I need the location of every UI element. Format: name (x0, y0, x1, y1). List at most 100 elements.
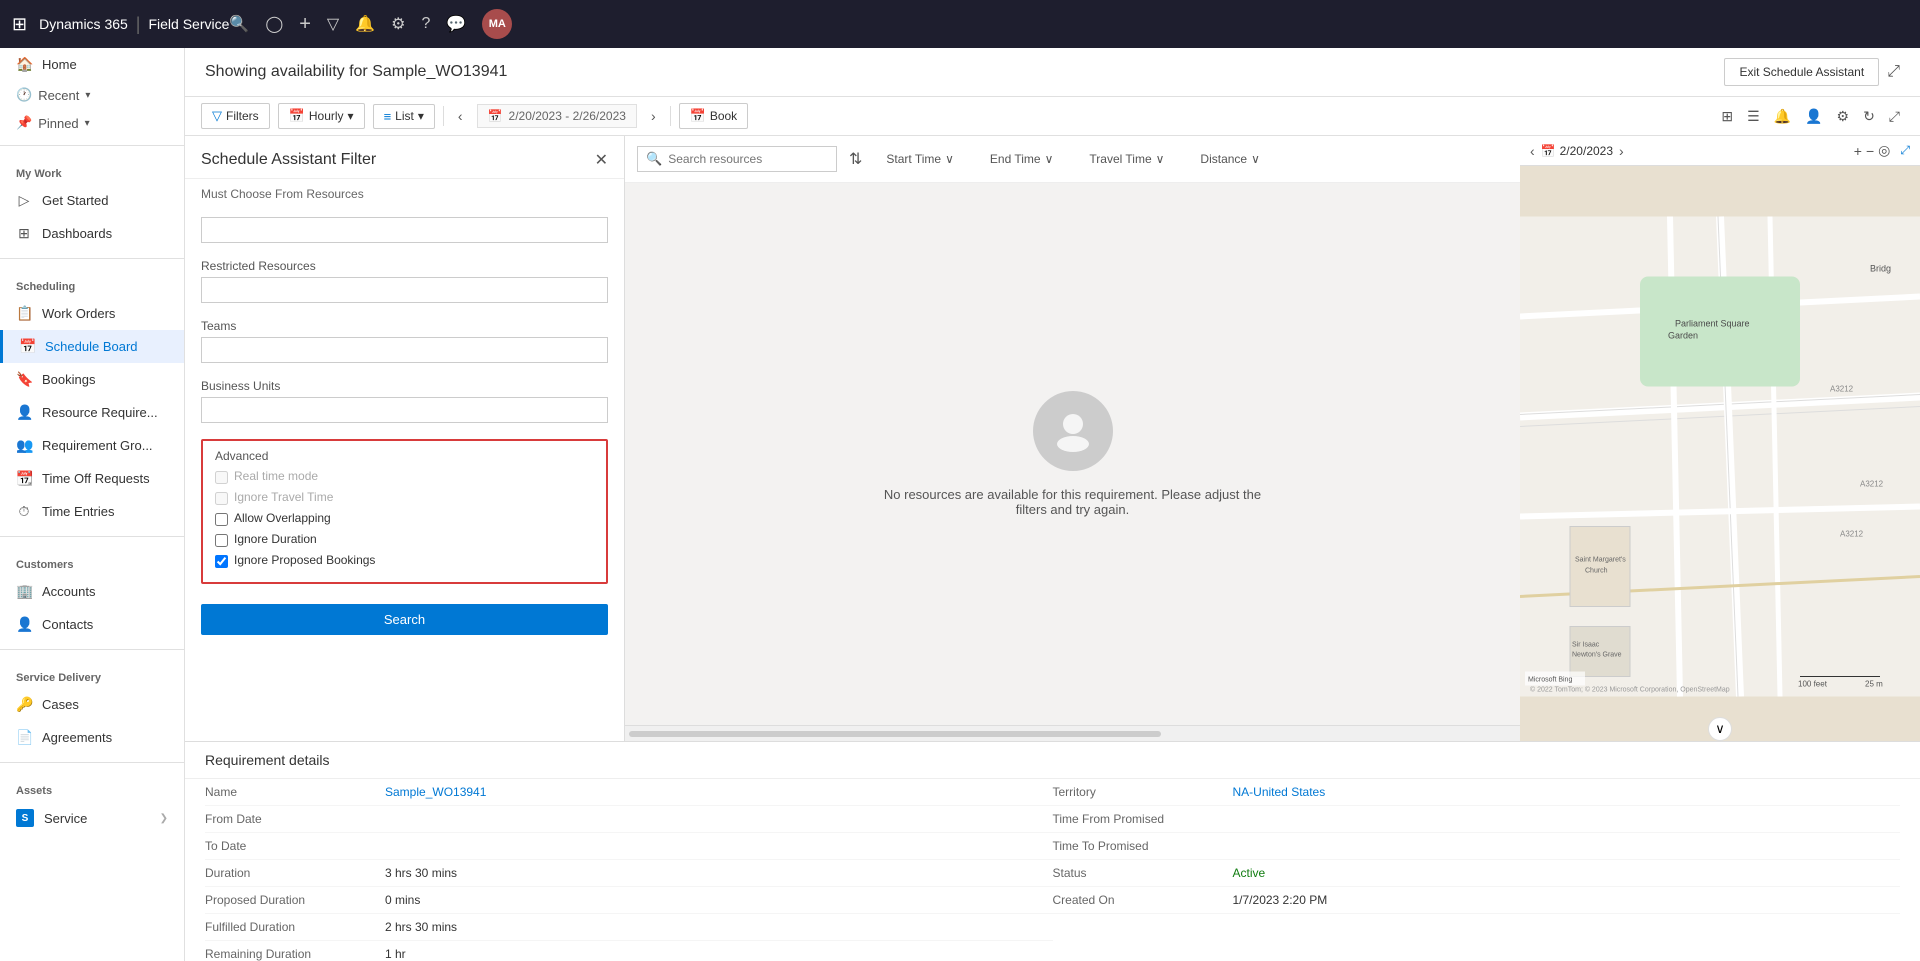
zoom-reset-button[interactable]: ◎ (1878, 142, 1890, 159)
horizontal-scrollbar[interactable] (625, 725, 1520, 741)
req-remaining-duration-value: 1 hr (385, 947, 406, 961)
map-prev-button[interactable]: ‹ (1530, 143, 1535, 159)
sidebar-item-accounts[interactable]: 🏢 Accounts (0, 575, 184, 608)
sidebar-item-cases[interactable]: 🔑 Cases (0, 688, 184, 721)
sidebar-item-service[interactable]: S Service ❯ (0, 801, 184, 835)
map-date-display: 📅 2/20/2023 (1541, 144, 1613, 158)
travel-time-column-header[interactable]: Travel Time ∨ (1077, 144, 1176, 174)
filter-panel: Schedule Assistant Filter ✕ Must Choose … (185, 136, 625, 741)
sidebar-item-time-off-requests[interactable]: 📆 Time Off Requests (0, 462, 184, 495)
requirement-left-column: Name Sample_WO13941 From Date To Date Du… (205, 779, 1053, 961)
cortana-icon[interactable]: ◯ (265, 14, 283, 34)
search-resources-box: 🔍 (637, 146, 837, 172)
sidebar-item-schedule-board[interactable]: 📅 Schedule Board (0, 330, 184, 363)
teams-label: Teams (201, 319, 608, 333)
calendar-hourly-icon: 📅 (289, 108, 305, 124)
filter-close-button[interactable]: ✕ (595, 150, 608, 170)
allow-overlapping-checkbox[interactable] (215, 513, 228, 526)
bookings-icon: 🔖 (16, 371, 32, 388)
sidebar-item-time-entries[interactable]: ⏱ Time Entries (0, 495, 184, 528)
ignore-travel-row: Ignore Travel Time (215, 490, 594, 505)
allow-overlapping-row: Allow Overlapping (215, 511, 594, 526)
svg-text:Church: Church (1585, 568, 1608, 575)
date-range-text: 2/20/2023 - 2/26/2023 (509, 109, 626, 123)
settings-toolbar-icon[interactable]: ⚙ (1833, 104, 1854, 129)
requirement-right-column: Territory NA-United States Time From Pro… (1053, 779, 1901, 961)
list-button[interactable]: ≡ List (373, 104, 435, 129)
start-time-column-header[interactable]: Start Time ∨ (874, 144, 965, 174)
teams-input[interactable] (201, 337, 608, 363)
req-territory-row: Territory NA-United States (1053, 779, 1901, 806)
svg-text:100 feet: 100 feet (1798, 680, 1828, 689)
sidebar-item-recent[interactable]: 🕐 Recent ▾ (0, 81, 184, 109)
search-button[interactable]: Search (201, 604, 608, 635)
business-units-input[interactable] (201, 397, 608, 423)
end-time-column-header[interactable]: End Time ∨ (978, 144, 1066, 174)
alert-icon[interactable]: 🔔 (1770, 104, 1795, 129)
expand-icon[interactable]: ⤢ (1887, 63, 1900, 81)
sidebar-divider-2 (0, 258, 184, 259)
agreements-icon: 📄 (16, 729, 32, 746)
sidebar-item-get-started[interactable]: ▷ Get Started (0, 184, 184, 217)
date-range-display: 📅 2/20/2023 - 2/26/2023 (477, 104, 637, 128)
date-prev-button[interactable]: ‹ (452, 104, 469, 128)
person-icon[interactable]: 👤 (1801, 104, 1826, 129)
chat-icon[interactable]: 💬 (446, 14, 466, 34)
sidebar-item-resource-requirements[interactable]: 👤 Resource Require... (0, 396, 184, 429)
requirement-details-title: Requirement details (185, 742, 1920, 779)
filter-subtitle: Must Choose From Resources (185, 179, 624, 209)
ignore-proposed-bookings-checkbox[interactable] (215, 555, 228, 568)
req-duration-value: 3 hrs 30 mins (385, 866, 457, 880)
req-territory-value[interactable]: NA-United States (1233, 785, 1326, 799)
zoom-out-button[interactable]: − (1866, 142, 1874, 159)
sidebar-item-home[interactable]: 🏠 Home (0, 48, 184, 81)
distance-column-header[interactable]: Distance ∨ (1188, 144, 1271, 174)
filters-button[interactable]: ▽ Filters (201, 103, 270, 129)
req-remaining-duration-label: Remaining Duration (205, 947, 385, 961)
map-collapse-button[interactable]: ∨ (1708, 717, 1732, 741)
sidebar-item-agreements[interactable]: 📄 Agreements (0, 721, 184, 754)
add-icon[interactable]: + (299, 13, 311, 36)
must-choose-input[interactable] (201, 217, 608, 243)
req-name-value[interactable]: Sample_WO13941 (385, 785, 486, 799)
book-button[interactable]: 📅 Book (679, 103, 749, 129)
fullscreen-icon[interactable]: ⤢ (1885, 104, 1904, 129)
req-to-date-label: To Date (205, 839, 385, 853)
sidebar: 🏠 Home 🕐 Recent ▾ 📌 Pinned ▾ My Work ▷ G… (0, 48, 185, 961)
hourly-button[interactable]: 📅 Hourly (278, 103, 365, 129)
search-icon[interactable]: 🔍 (229, 14, 249, 34)
search-resources-input[interactable] (668, 152, 828, 166)
view-mode-icon[interactable]: ⊞ (1717, 104, 1737, 129)
sidebar-item-work-orders[interactable]: 📋 Work Orders (0, 297, 184, 330)
list-chevron-icon (418, 109, 424, 123)
sort-button[interactable]: ⇅ (849, 149, 862, 169)
ignore-duration-checkbox[interactable] (215, 534, 228, 547)
columns-icon[interactable]: ☰ (1743, 104, 1764, 129)
map-expand-button[interactable]: ⤢ (1900, 143, 1910, 158)
ignore-travel-checkbox[interactable] (215, 492, 228, 505)
sidebar-item-dashboards[interactable]: ⊞ Dashboards (0, 217, 184, 250)
map-next-button[interactable]: › (1619, 143, 1624, 159)
sidebar-divider-4 (0, 649, 184, 650)
date-next-button[interactable]: › (645, 104, 662, 128)
filter-icon[interactable]: ▽ (327, 14, 339, 34)
sidebar-item-bookings[interactable]: 🔖 Bookings (0, 363, 184, 396)
zoom-in-button[interactable]: + (1854, 142, 1862, 159)
exit-schedule-assistant-button[interactable]: Exit Schedule Assistant (1724, 58, 1879, 86)
svg-text:Bridg: Bridg (1870, 264, 1891, 274)
app-layout: 🏠 Home 🕐 Recent ▾ 📌 Pinned ▾ My Work ▷ G… (0, 48, 1920, 961)
sidebar-item-pinned[interactable]: 📌 Pinned ▾ (0, 109, 184, 137)
real-time-mode-checkbox[interactable] (215, 471, 228, 484)
refresh-icon[interactable]: ↻ (1859, 104, 1879, 129)
waffle-menu-icon[interactable]: ⊞ (12, 14, 27, 35)
book-icon: 📅 (690, 108, 706, 124)
user-avatar[interactable]: MA (482, 9, 512, 39)
sidebar-item-requirement-groups[interactable]: 👥 Requirement Gro... (0, 429, 184, 462)
sidebar-item-contacts[interactable]: 👤 Contacts (0, 608, 184, 641)
recent-icon: 🕐 (16, 87, 32, 103)
restricted-resources-input[interactable] (201, 277, 608, 303)
bell-icon[interactable]: 🔔 (355, 14, 375, 34)
help-icon[interactable]: ? (422, 15, 431, 33)
settings-icon[interactable]: ⚙ (391, 14, 405, 34)
ignore-duration-row: Ignore Duration (215, 532, 594, 547)
